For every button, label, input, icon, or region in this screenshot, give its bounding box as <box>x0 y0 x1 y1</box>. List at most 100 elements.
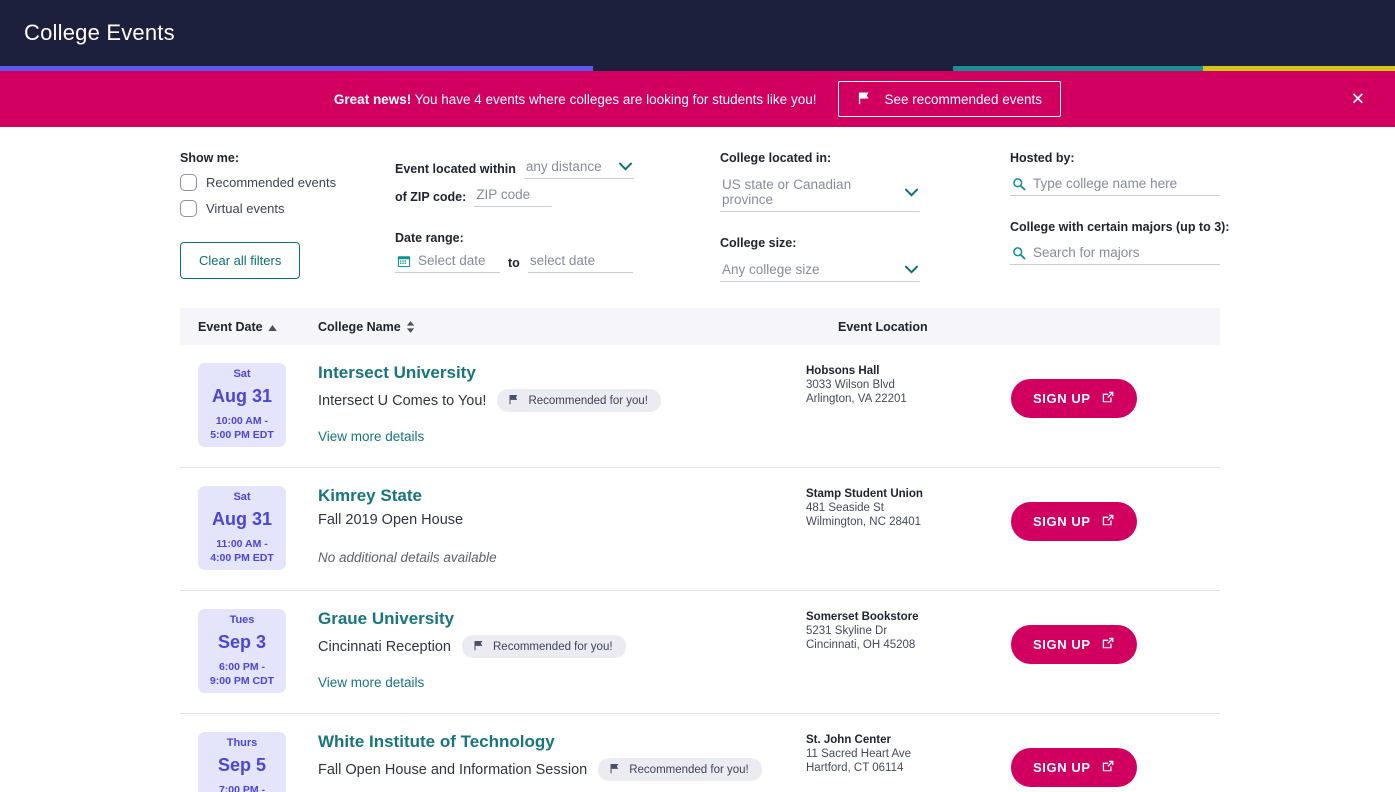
event-location-cell: Somerset Bookstore 5231 Skyline Dr Cinci… <box>806 609 1011 651</box>
sign-up-button[interactable]: SIGN UP <box>1011 502 1137 541</box>
external-link-icon <box>1101 759 1115 776</box>
event-date: Sep 5 <box>218 755 266 776</box>
chevron-down-icon <box>895 188 918 197</box>
college-name-link[interactable]: Intersect University <box>318 363 806 383</box>
recommended-badge: Recommended for you! <box>462 635 626 658</box>
event-date: Aug 31 <box>212 509 272 530</box>
hosted-by-input[interactable]: Type college name here <box>1010 174 1220 196</box>
event-title: Cincinnati Reception <box>318 639 451 655</box>
event-day-of-week: Sat <box>233 368 250 380</box>
college-size-select[interactable]: Any college size <box>720 260 920 282</box>
filter-zip: of ZIP code: ZIP code <box>395 185 720 207</box>
flag-icon <box>857 90 872 108</box>
see-recommended-events-button[interactable]: See recommended events <box>838 81 1061 117</box>
location-city: Arlington, VA 22201 <box>806 393 1011 405</box>
sign-up-button[interactable]: SIGN UP <box>1011 379 1137 418</box>
sign-up-label: SIGN UP <box>1033 514 1091 529</box>
filter-date-range: Date range: <box>395 231 720 273</box>
sign-up-label: SIGN UP <box>1033 637 1091 652</box>
checkbox-recommended-events-label: Recommended events <box>206 175 336 190</box>
checkbox-virtual-events[interactable]: Virtual events <box>180 200 395 217</box>
checkbox-recommended-events[interactable]: Recommended events <box>180 174 395 191</box>
external-link-icon <box>1101 513 1115 530</box>
sort-ascending-icon <box>268 320 277 334</box>
sign-up-button[interactable]: SIGN UP <box>1011 625 1137 664</box>
college-name-link[interactable]: White Institute of Technology <box>318 732 806 752</box>
event-time: 11:00 AM -4:00 PM EDT <box>210 537 274 565</box>
event-location-cell: Hobsons Hall 3033 Wilson Blvd Arlington,… <box>806 363 1011 405</box>
table-row: Thurs Sep 5 7:00 PM -9:00 PM EDT White I… <box>180 714 1220 792</box>
view-more-details-link[interactable]: View more details <box>318 429 424 444</box>
checkbox-recommended-events-box[interactable] <box>180 174 197 191</box>
location-street: 11 Sacred Heart Ave <box>806 748 1011 760</box>
column-header-event-date-label: Event Date <box>198 320 263 334</box>
college-location-value: US state or Canadian province <box>722 177 895 207</box>
flag-icon <box>609 762 621 777</box>
event-time: 6:00 PM -9:00 PM CDT <box>210 660 274 688</box>
event-time: 7:00 PM -9:00 PM EDT <box>210 783 274 792</box>
event-action-cell: SIGN UP <box>1011 609 1202 664</box>
college-name-link[interactable]: Graue University <box>318 609 806 629</box>
event-location-cell: St. John Center 11 Sacred Heart Ave Hart… <box>806 732 1011 774</box>
column-header-college-name[interactable]: College Name <box>318 320 838 334</box>
zip-input[interactable]: ZIP code <box>474 185 552 207</box>
location-street: 3033 Wilson Blvd <box>806 379 1011 391</box>
chevron-down-icon <box>895 265 918 274</box>
location-name: St. John Center <box>806 734 1011 746</box>
event-day-of-week: Sat <box>233 491 250 503</box>
column-header-event-date[interactable]: Event Date <box>198 320 318 334</box>
page-title: College Events <box>24 20 175 46</box>
view-more-details-link[interactable]: View more details <box>318 675 424 690</box>
distance-select[interactable]: any distance <box>524 157 634 179</box>
date-from-input[interactable]: Select date <box>395 251 500 273</box>
college-name-link[interactable]: Kimrey State <box>318 486 806 506</box>
majors-label: College with certain majors (up to 3): <box>1010 220 1310 234</box>
distance-value: any distance <box>526 159 602 174</box>
event-location-cell: Stamp Student Union 481 Seaside St Wilmi… <box>806 486 1011 528</box>
majors-input[interactable]: Search for majors <box>1010 243 1220 265</box>
show-me-label: Show me: <box>180 151 395 165</box>
college-location-select[interactable]: US state or Canadian province <box>720 175 920 212</box>
event-details-cell: White Institute of Technology Fall Open … <box>286 732 806 792</box>
filter-college-location: College located in: US state or Canadian… <box>720 151 1010 212</box>
filter-host-group: Hosted by: Type college name here Colleg… <box>1010 151 1310 282</box>
no-additional-details-text: No additional details available <box>318 550 806 565</box>
event-details-cell: Graue University Cincinnati Reception Re… <box>286 609 806 692</box>
filter-distance: Event located within any distance <box>395 157 720 179</box>
filter-hosted-by: Hosted by: Type college name here <box>1010 151 1310 196</box>
close-icon[interactable]: ✕ <box>1345 87 1371 112</box>
event-date-badge: Sat Aug 31 10:00 AM -5:00 PM EDT <box>198 363 286 447</box>
sign-up-button[interactable]: SIGN UP <box>1011 748 1137 787</box>
event-date-badge: Thurs Sep 5 7:00 PM -9:00 PM EDT <box>198 732 286 792</box>
filter-college-size: College size: Any college size <box>720 236 1010 282</box>
event-title: Intersect U Comes to You! <box>318 393 486 409</box>
banner-message: Great news! You have 4 events where coll… <box>334 92 817 107</box>
event-details-cell: Kimrey State Fall 2019 Open House No add… <box>286 486 806 565</box>
search-icon <box>1012 177 1026 191</box>
events-table-header: Event Date College Name Event Location <box>180 308 1220 345</box>
zip-placeholder: ZIP code <box>476 187 530 202</box>
event-date-badge: Tues Sep 3 6:00 PM -9:00 PM CDT <box>198 609 286 693</box>
event-title-row: Intersect U Comes to You! Recommended fo… <box>318 389 806 412</box>
recommended-badge-label: Recommended for you! <box>493 641 613 653</box>
banner-message-rest: You have 4 events where colleges are loo… <box>411 92 816 107</box>
filter-distance-group: Event located within any distance of ZIP… <box>395 151 720 282</box>
date-range-fields: Select date to select date <box>395 251 720 273</box>
column-header-college-name-label: College Name <box>318 320 401 334</box>
recommended-badge-label: Recommended for you! <box>528 395 648 407</box>
checkbox-virtual-events-box[interactable] <box>180 200 197 217</box>
college-location-label: College located in: <box>720 151 1010 165</box>
column-header-event-location: Event Location <box>838 320 1202 334</box>
table-row: Sat Aug 31 11:00 AM -4:00 PM EDT Kimrey … <box>180 468 1220 591</box>
location-street: 5231 Skyline Dr <box>806 625 1011 637</box>
recommended-badge: Recommended for you! <box>497 389 661 412</box>
event-title: Fall 2019 Open House <box>318 512 463 528</box>
date-to-input[interactable]: select date <box>528 251 633 273</box>
see-recommended-events-label: See recommended events <box>884 92 1042 107</box>
clear-all-filters-button[interactable]: Clear all filters <box>180 242 300 279</box>
table-row: Tues Sep 3 6:00 PM -9:00 PM CDT Graue Un… <box>180 591 1220 714</box>
date-range-label: Date range: <box>395 231 720 245</box>
recommendation-banner: Great news! You have 4 events where coll… <box>0 71 1395 127</box>
event-title: Fall Open House and Information Session <box>318 762 587 778</box>
event-time: 10:00 AM -5:00 PM EDT <box>210 414 274 442</box>
